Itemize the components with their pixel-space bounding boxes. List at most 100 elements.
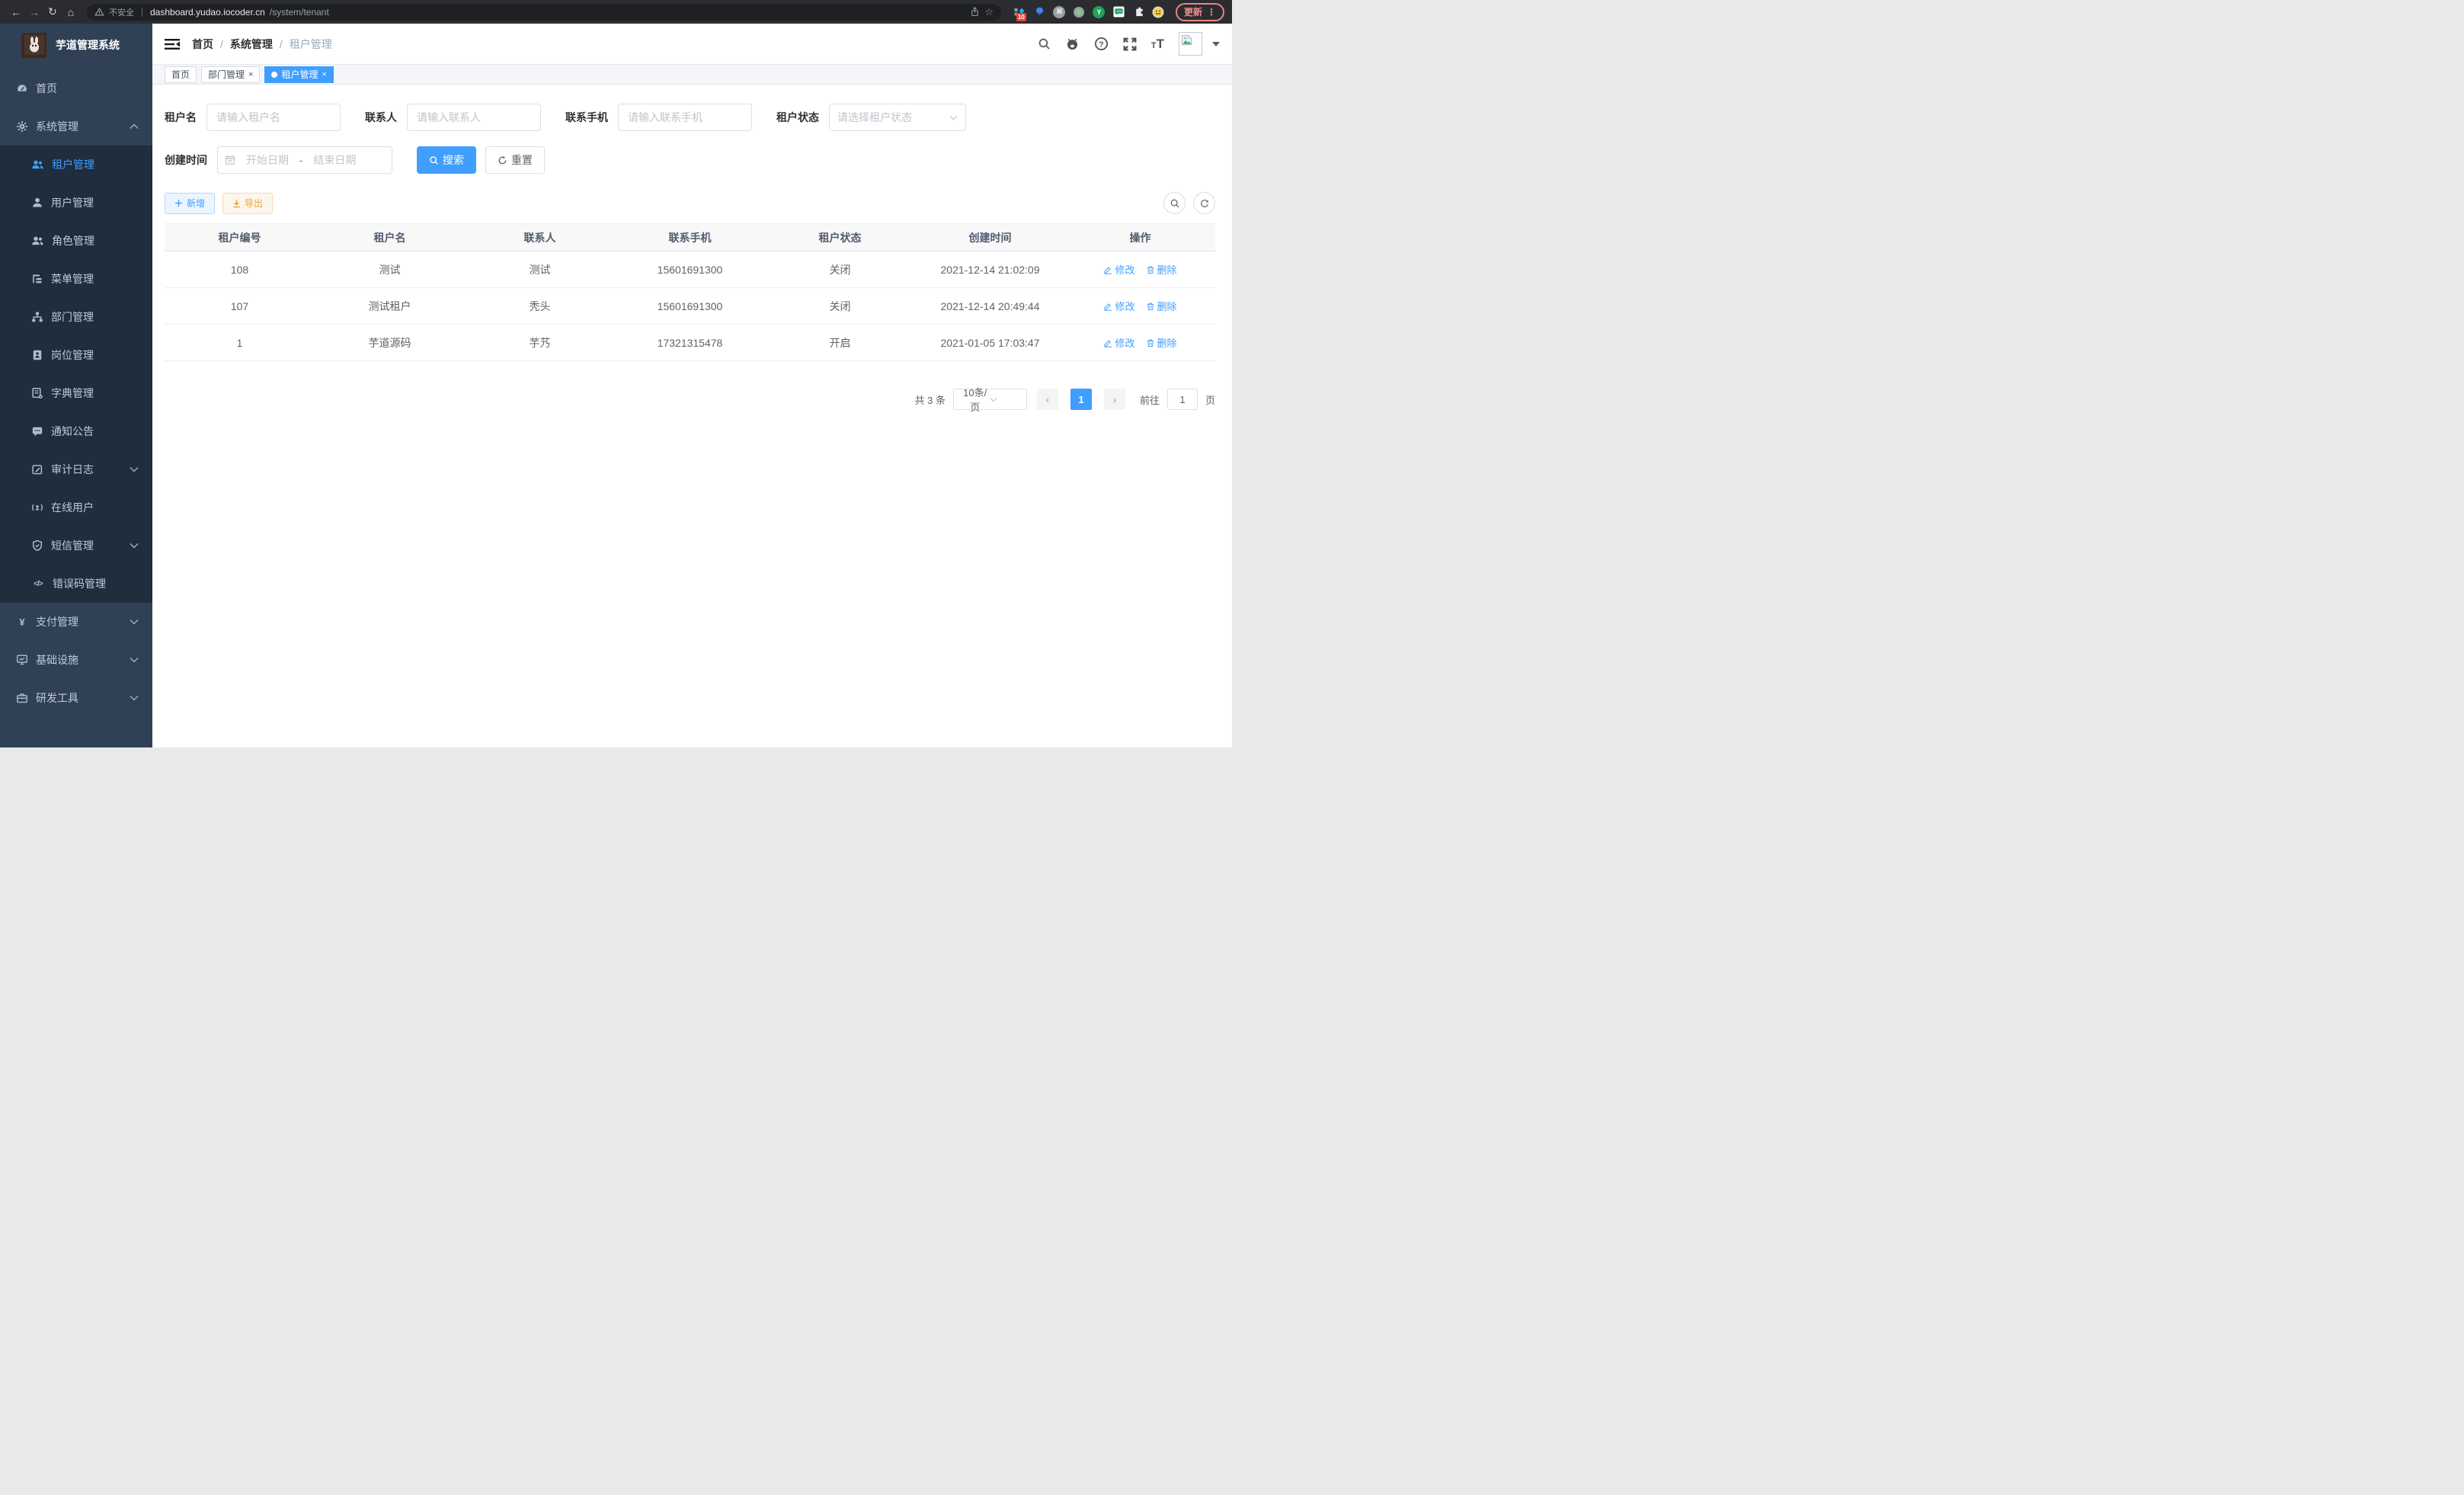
search-button-label: 搜索 xyxy=(443,152,464,168)
sidebar-item-tenant-management[interactable]: 租户管理 xyxy=(0,146,152,184)
cell-contact: 测试 xyxy=(465,251,615,288)
create-time-range-picker[interactable]: - xyxy=(217,146,392,174)
github-icon[interactable] xyxy=(1065,37,1080,51)
close-icon[interactable]: × xyxy=(322,70,326,79)
browser-reload-icon[interactable]: ↻ xyxy=(44,5,61,18)
toggle-search-button[interactable] xyxy=(1163,192,1186,214)
breadcrumb-home[interactable]: 首页 xyxy=(192,37,213,52)
sidebar-item-system-management[interactable]: 系统管理 xyxy=(0,107,152,146)
fullscreen-icon[interactable] xyxy=(1123,37,1137,51)
delete-link[interactable]: 删除 xyxy=(1146,335,1177,350)
close-icon[interactable]: × xyxy=(248,70,253,79)
edit-link[interactable]: 修改 xyxy=(1103,262,1134,277)
delete-link[interactable]: 删除 xyxy=(1146,262,1177,277)
extension-command-icon[interactable]: ⌘ xyxy=(1053,5,1066,18)
cell-contact: 芋艿 xyxy=(465,325,615,361)
prev-page-button[interactable]: ‹ xyxy=(1037,389,1058,410)
avatar-dropdown-icon[interactable] xyxy=(1212,42,1220,46)
tab-dept-management[interactable]: 部门管理 × xyxy=(201,66,260,83)
export-button[interactable]: 导出 xyxy=(222,193,273,214)
sidebar-menu: 首页 系统管理 租户管理 用户管理 角色管理 xyxy=(0,66,152,717)
contact-input[interactable] xyxy=(407,104,541,131)
extension-emoji-avatar[interactable] xyxy=(1152,5,1165,18)
cell-tenant-name: 测试 xyxy=(315,251,465,288)
extension-chat-icon[interactable] xyxy=(1112,5,1125,18)
cell-tenant-id: 1 xyxy=(165,325,315,361)
browser-update-button[interactable]: 更新 ⋮ xyxy=(1176,3,1224,21)
browser-home-icon[interactable]: ⌂ xyxy=(62,6,79,18)
address-bar[interactable]: 不安全 dashboard.yudao.iocoder.cn/system/te… xyxy=(87,4,1001,21)
end-date-input[interactable] xyxy=(307,154,362,166)
bookmark-star-icon[interactable]: ☆ xyxy=(984,6,994,18)
security-label[interactable]: 不安全 xyxy=(109,6,134,18)
tenant-status-select[interactable]: 请选择租户状态 xyxy=(829,104,966,131)
url-path[interactable]: /system/tenant xyxy=(270,7,329,18)
shield-icon xyxy=(31,539,43,552)
chevron-down-icon xyxy=(130,657,139,663)
sidebar-item-notice[interactable]: 通知公告 xyxy=(0,412,152,450)
delete-link[interactable]: 删除 xyxy=(1146,299,1177,313)
sidebar-item-payment-management[interactable]: ¥ 支付管理 xyxy=(0,603,152,641)
page-size-select[interactable]: 10条/页 xyxy=(953,389,1027,410)
edit-link[interactable]: 修改 xyxy=(1103,299,1134,313)
sidebar-item-online-users[interactable]: 在线用户 xyxy=(0,488,152,527)
sidebar-item-infrastructure[interactable]: 基础设施 xyxy=(0,641,152,679)
extension-grid-icon[interactable]: 10 xyxy=(1013,5,1026,18)
avatar[interactable] xyxy=(1179,32,1202,56)
tab-tenant-management[interactable]: 租户管理 × xyxy=(264,66,333,83)
sidebar-item-role-management[interactable]: 角色管理 xyxy=(0,222,152,260)
breadcrumb-system[interactable]: 系统管理 xyxy=(230,37,273,52)
dictionary-icon xyxy=(31,387,43,399)
extension-y-icon[interactable]: Y xyxy=(1093,5,1106,18)
page-1-button[interactable]: 1 xyxy=(1070,389,1092,410)
app-title: 芋道管理系统 xyxy=(56,37,120,53)
extension-record-icon[interactable] xyxy=(1073,5,1086,18)
next-page-button[interactable]: › xyxy=(1104,389,1125,410)
cell-mobile: 15601691300 xyxy=(615,288,765,325)
cell-actions: 修改删除 xyxy=(1065,251,1215,288)
browser-back-icon[interactable]: ← xyxy=(8,6,24,18)
extension-balloon-icon[interactable] xyxy=(1033,5,1046,18)
table-header-row: 租户编号 租户名 联系人 联系手机 租户状态 创建时间 操作 xyxy=(165,224,1215,251)
sidebar-item-error-code[interactable]: </> 错误码管理 xyxy=(0,565,152,603)
sidebar-item-dept-management[interactable]: 部门管理 xyxy=(0,298,152,336)
sidebar-item-label: 在线用户 xyxy=(51,500,94,515)
org-tree-icon xyxy=(31,311,43,323)
sidebar-item-menu-management[interactable]: 菜单管理 xyxy=(0,260,152,298)
url-host[interactable]: dashboard.yudao.iocoder.cn xyxy=(150,7,265,18)
add-button[interactable]: 新增 xyxy=(165,193,215,214)
tenant-name-input[interactable] xyxy=(206,104,341,131)
extension-puzzle-icon[interactable] xyxy=(1132,5,1145,18)
start-date-input[interactable] xyxy=(240,154,295,166)
chevron-down-icon xyxy=(130,466,139,472)
cell-mobile: 17321315478 xyxy=(615,325,765,361)
reset-button[interactable]: 重置 xyxy=(485,146,545,174)
sidebar-item-label: 菜单管理 xyxy=(51,271,94,287)
mobile-input[interactable] xyxy=(618,104,752,131)
tab-label: 租户管理 xyxy=(281,68,318,81)
sidebar-logo[interactable]: 芋道管理系统 xyxy=(0,24,152,66)
tab-home[interactable]: 首页 xyxy=(165,66,197,83)
sidebar-item-dict-management[interactable]: 字典管理 xyxy=(0,374,152,412)
column-header: 联系人 xyxy=(465,224,615,251)
sidebar-item-dev-tools[interactable]: 研发工具 xyxy=(0,679,152,717)
search-button[interactable]: 搜索 xyxy=(417,146,476,174)
browser-forward-icon[interactable]: → xyxy=(26,6,43,18)
sidebar-toggle-icon[interactable] xyxy=(165,38,180,50)
sidebar-item-audit-log[interactable]: 审计日志 xyxy=(0,450,152,488)
browser-menu-icon[interactable]: ⋮ xyxy=(1207,7,1216,18)
refresh-button[interactable] xyxy=(1193,192,1215,214)
sidebar-item-home[interactable]: 首页 xyxy=(0,69,152,107)
sidebar-item-user-management[interactable]: 用户管理 xyxy=(0,184,152,222)
sidebar-item-sms-management[interactable]: 短信管理 xyxy=(0,527,152,565)
share-icon[interactable] xyxy=(970,7,980,17)
header-search-icon[interactable] xyxy=(1038,37,1051,50)
sidebar-item-label: 系统管理 xyxy=(36,119,78,134)
help-icon[interactable]: ? xyxy=(1094,37,1109,51)
cell-status: 关闭 xyxy=(765,251,915,288)
sidebar-item-post-management[interactable]: 岗位管理 xyxy=(0,336,152,374)
goto-page-input[interactable] xyxy=(1167,389,1198,410)
sidebar-item-label: 基础设施 xyxy=(36,652,78,667)
edit-link[interactable]: 修改 xyxy=(1103,335,1134,350)
font-size-icon[interactable]: TT xyxy=(1151,37,1164,50)
